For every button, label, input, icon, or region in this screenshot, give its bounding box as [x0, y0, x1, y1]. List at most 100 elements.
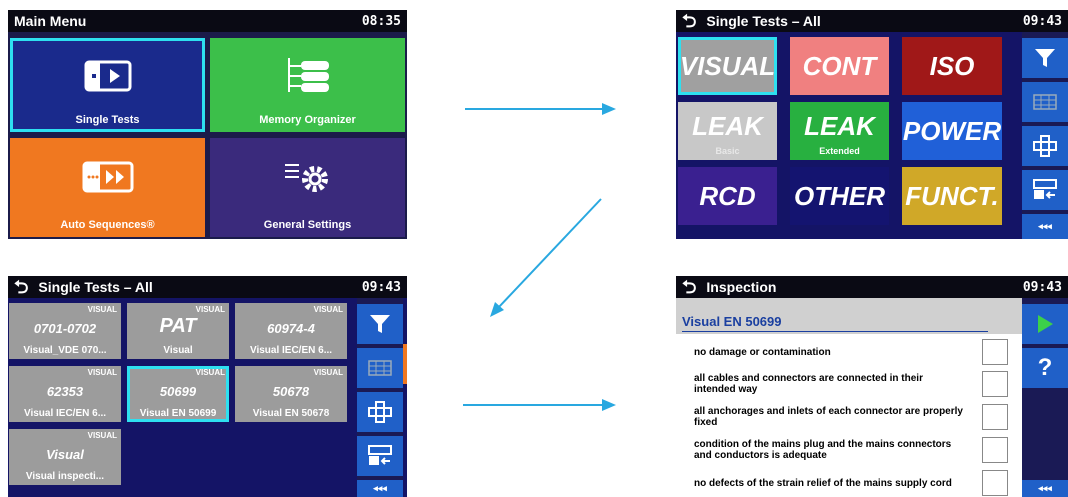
grid-view-button[interactable]: [1022, 82, 1068, 122]
inspection-checkbox[interactable]: [982, 371, 1008, 397]
visual-test-tile[interactable]: VISUAL PAT Visual: [127, 303, 229, 359]
visual-test-tile[interactable]: VISUAL 50678 Visual EN 50678: [235, 366, 347, 422]
clock: 09:43: [1022, 13, 1062, 29]
inspection-checkbox[interactable]: [982, 404, 1008, 430]
visual-test-tile[interactable]: VISUAL 60974-4 Visual IEC/EN 6...: [235, 303, 347, 359]
move-button[interactable]: [1022, 126, 1068, 166]
arrow-right-top: [465, 103, 616, 115]
side-toolbar: ◂◂◂: [1022, 32, 1068, 239]
more-button[interactable]: ◂◂◂: [1022, 214, 1068, 239]
tile-label: RCD: [699, 180, 756, 211]
filter-icon: [370, 315, 390, 333]
recall-icon: [1033, 179, 1057, 199]
auto-sequences-tile[interactable]: Auto Sequences®: [10, 138, 205, 237]
single-tests-screen: ⮌ Single Tests – All 09:43 VISUAL CONT I…: [676, 10, 1068, 239]
test-tile-power[interactable]: POWER: [902, 102, 1002, 160]
more-button[interactable]: ◂◂◂: [357, 480, 403, 497]
inspection-item-label: no damage or contamination: [694, 346, 831, 358]
inspection-item: all anchorages and inlets of each connec…: [694, 401, 1008, 433]
main-menu-screen: Main Menu 08:35 Single Tests Memory Orga…: [8, 10, 407, 239]
test-tile-rcd[interactable]: RCD: [678, 167, 777, 225]
inspection-screen: ⮌ Inspection 09:43 Visual EN 50699 no da…: [676, 276, 1068, 497]
start-button[interactable]: [1022, 304, 1068, 344]
back-icon[interactable]: ⮌: [682, 278, 696, 296]
title-bar: ⮌ Single Tests – All 09:43: [8, 276, 407, 298]
clock: 09:43: [361, 279, 401, 295]
single-tests-tile[interactable]: Single Tests: [10, 38, 205, 132]
side-toolbar: ? ◂◂◂: [1022, 298, 1068, 497]
tile-sublabel: Basic: [715, 146, 740, 156]
test-name: Visual EN 50678: [252, 408, 330, 419]
test-code: 50699: [159, 384, 197, 399]
back-icon[interactable]: ⮌: [682, 12, 696, 30]
test-name: Visual IEC/EN 6...: [23, 408, 107, 419]
tile-label: CONT: [802, 50, 877, 81]
single-tests-icon: [84, 60, 131, 92]
help-button[interactable]: ?: [1022, 348, 1068, 388]
test-tile-visual[interactable]: VISUAL: [678, 37, 777, 95]
arrow-diagonal: [490, 198, 602, 317]
general-settings-tile[interactable]: General Settings: [210, 138, 405, 237]
page-title: Single Tests – All: [38, 279, 153, 295]
memory-organizer-tile[interactable]: Memory Organizer: [210, 38, 405, 132]
test-code: PAT: [159, 315, 197, 337]
test-name: Visual IEC/EN 6...: [249, 345, 333, 356]
test-tile-leak-extended[interactable]: LEAK Extended: [790, 102, 889, 160]
filter-button[interactable]: [1022, 38, 1068, 78]
test-code: 0701-0702: [33, 321, 97, 336]
test-code: Visual: [46, 447, 84, 462]
grid-view-icon: [1033, 94, 1057, 110]
test-code: 50678: [272, 384, 310, 399]
scroll-indicator[interactable]: [403, 344, 407, 384]
settings-gear-icon: [284, 163, 328, 192]
inspection-checkbox[interactable]: [982, 437, 1008, 463]
recall-icon: [368, 445, 392, 465]
test-type-tag: VISUAL: [87, 368, 117, 377]
inspection-checkbox[interactable]: [982, 470, 1008, 496]
filter-icon: [1035, 49, 1055, 67]
visual-test-tile[interactable]: VISUAL Visual Visual inspecti...: [9, 429, 121, 485]
visual-test-tile-selected[interactable]: VISUAL 50699 Visual EN 50699: [127, 366, 229, 422]
inspection-item-label: condition of the mains plug and the main…: [694, 439, 952, 461]
inspection-item: all cables and connectors are connected …: [694, 368, 1008, 400]
inspection-item: no defects of the strain relief of the m…: [694, 467, 1008, 497]
recall-button[interactable]: [1022, 170, 1068, 210]
test-name: Visual_VDE 070...: [23, 345, 107, 356]
side-toolbar: ◂◂◂: [357, 298, 403, 497]
page-title: Main Menu: [14, 13, 87, 29]
title-bar: Main Menu 08:35: [8, 10, 407, 32]
test-tile-iso[interactable]: ISO: [902, 37, 1002, 95]
tile-label: General Settings: [263, 219, 352, 231]
test-name: Visual inspecti...: [25, 471, 105, 482]
inspection-name: Visual EN 50699: [682, 314, 988, 332]
tile-label: VISUAL: [679, 50, 776, 81]
visual-test-tile[interactable]: VISUAL 0701-0702 Visual_VDE 070...: [9, 303, 121, 359]
more-button[interactable]: ◂◂◂: [1022, 480, 1068, 497]
visual-tests-screen: ⮌ Single Tests – All 09:43 VISUAL 0701-07…: [8, 276, 407, 497]
test-tile-cont[interactable]: CONT: [790, 37, 889, 95]
recall-button[interactable]: [357, 436, 403, 476]
inspection-item-label: all anchorages and inlets of each connec…: [694, 406, 963, 428]
visual-test-tile[interactable]: VISUAL 62353 Visual IEC/EN 6...: [9, 366, 121, 422]
inspection-item: condition of the mains plug and the main…: [694, 434, 1008, 466]
inspection-checkbox[interactable]: [982, 339, 1008, 365]
inspection-item-label: all cables and connectors are connected …: [694, 373, 923, 395]
auto-sequence-icon: [82, 161, 133, 192]
grid-view-icon: [368, 360, 392, 376]
grid-view-button[interactable]: [357, 348, 403, 388]
back-icon[interactable]: ⮌: [14, 278, 28, 296]
tile-label: FUNCT.: [905, 180, 999, 211]
move-button[interactable]: [357, 392, 403, 432]
tile-label: POWER: [902, 115, 1002, 146]
inspection-header: Visual EN 50699: [676, 298, 1022, 334]
tile-label: LEAK: [804, 110, 875, 141]
tile-sublabel: Extended: [819, 146, 860, 156]
clock: 08:35: [361, 13, 401, 29]
test-tile-leak-basic[interactable]: LEAK Basic: [678, 102, 777, 160]
test-tile-funct[interactable]: FUNCT.: [902, 167, 1002, 225]
test-type-tag: VISUAL: [313, 368, 343, 377]
test-name: Visual: [163, 345, 193, 356]
test-tile-other[interactable]: OTHER: [790, 167, 889, 225]
title-bar: ⮌ Inspection 09:43: [676, 276, 1068, 298]
filter-button[interactable]: [357, 304, 403, 344]
